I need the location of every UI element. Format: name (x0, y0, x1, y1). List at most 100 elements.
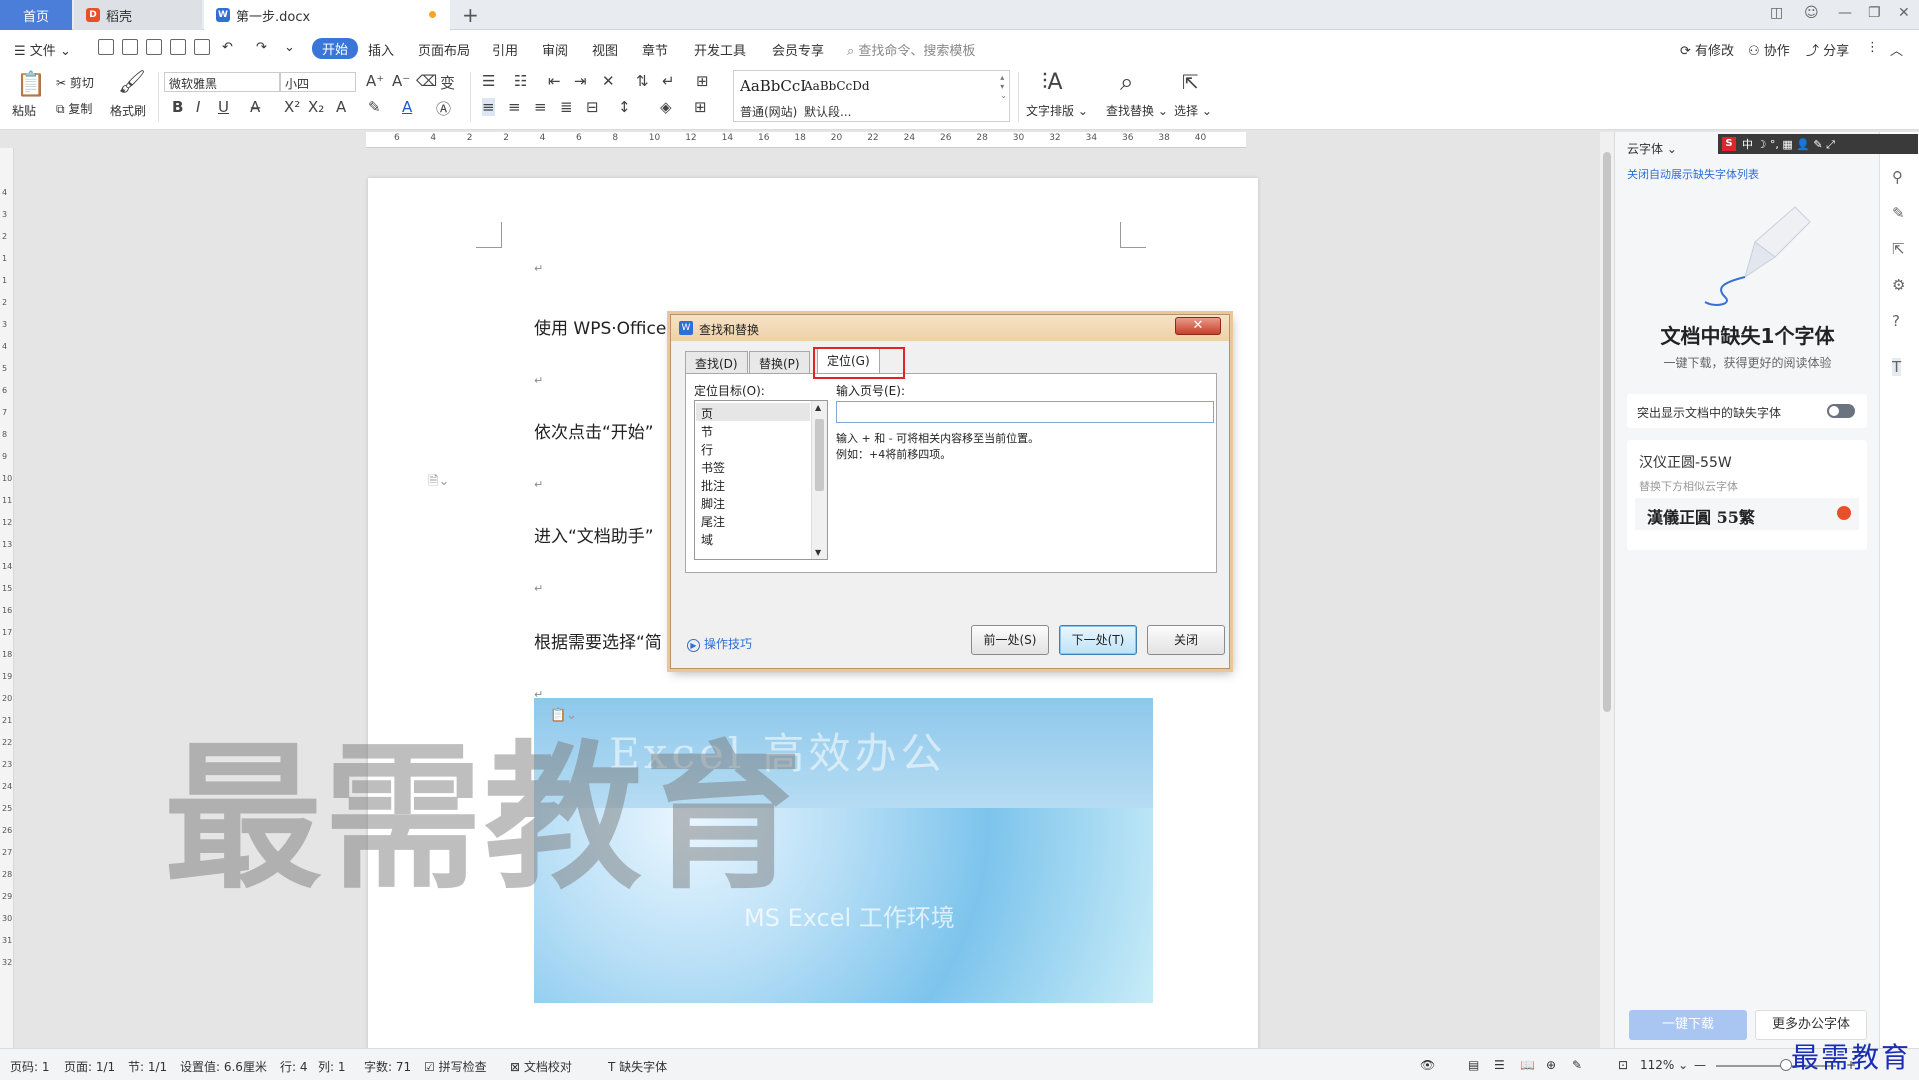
format-painter-button[interactable]: 格式刷 (110, 102, 146, 119)
align-right-icon[interactable]: ≡ (534, 98, 547, 116)
write-view-icon[interactable]: ✎ (1572, 1058, 1582, 1072)
numbered-list-icon[interactable]: ☷ (514, 72, 527, 90)
status-page-code[interactable]: 页码: 1 (10, 1058, 50, 1075)
zoom-level[interactable]: 112% ⌄ (1640, 1058, 1688, 1072)
shading-icon[interactable]: ◈ (660, 98, 672, 116)
save-icon[interactable] (122, 39, 138, 55)
tab-find[interactable]: 查找(D) (685, 351, 748, 373)
download-all-button[interactable]: 一键下载 (1629, 1010, 1747, 1040)
goto-target-comment[interactable]: 批注 (701, 477, 725, 494)
superscript-icon[interactable]: X² (284, 98, 300, 116)
web-view-icon[interactable]: ⊕ (1546, 1058, 1556, 1072)
tips-link[interactable]: ▶ 操作技巧 (687, 635, 752, 652)
horizontal-ruler[interactable]: 6 4 2 2 4 6 8 10 12 14 16 18 20 22 24 26 28 30 32 34 36 38 40 (366, 132, 1246, 148)
paragraph-mark-icon[interactable]: ↵ (662, 72, 675, 90)
bullet-list-icon[interactable]: ☰ (482, 72, 495, 90)
tab-replace[interactable]: 替换(P) (749, 351, 810, 373)
layout-icon[interactable]: ◫ (1770, 5, 1783, 21)
goto-target-list[interactable]: 页 节 行 书签 批注 脚注 尾注 域 ▲ ▼ (694, 400, 828, 560)
outline-view-icon[interactable]: ☰ (1494, 1058, 1505, 1072)
select-cursor-icon[interactable]: ⇱ (1182, 70, 1199, 94)
close-auto-show-link[interactable]: 关闭自动展示缺失字体列表 (1627, 166, 1759, 182)
format-painter-icon[interactable]: 🖌 (118, 70, 146, 95)
fit-page-icon[interactable]: ⊡ (1618, 1058, 1628, 1072)
find-replace-icon[interactable]: ⌕ (1120, 68, 1133, 96)
close-window-icon[interactable]: ✕ (1898, 5, 1910, 21)
scroll-down-icon[interactable]: ▼ (815, 548, 821, 557)
minimize-icon[interactable]: — (1838, 5, 1852, 21)
goto-target-field[interactable]: 域 (701, 531, 713, 548)
edit-icon[interactable]: ✎ (1892, 204, 1905, 222)
font-name-select[interactable]: 微软雅黑 (164, 72, 280, 92)
status-section[interactable]: 节: 1/1 (128, 1058, 167, 1075)
status-page[interactable]: 页面: 1/1 (64, 1058, 115, 1075)
ime-toolbar[interactable]: S 中 ☽ °, ▦ 👤 ✎ ⤢ (1718, 134, 1918, 154)
grow-font-icon[interactable]: A⁺ (366, 72, 384, 90)
subscript-icon[interactable]: X₂ (308, 98, 324, 116)
paste-icon[interactable]: 📋 (16, 70, 46, 98)
restore-icon[interactable]: ❐ (1868, 5, 1881, 21)
doc-proof-button[interactable]: ⊠ 文档校对 (510, 1058, 572, 1075)
find-replace-button[interactable]: 查找替换 ⌄ (1106, 102, 1168, 119)
pinyin-icon[interactable]: 变 (440, 72, 455, 93)
scroll-up-icon[interactable]: ▲ (815, 403, 821, 412)
goto-target-bookmark[interactable]: 书签 (701, 459, 725, 476)
menu-view[interactable]: 视图 (592, 40, 618, 59)
new-doc-icon[interactable] (98, 39, 114, 55)
tab-document[interactable]: W 第一步.docx (204, 0, 450, 30)
distributed-icon[interactable]: ⊟ (586, 98, 599, 116)
style-normal[interactable]: 普通(网站) (740, 103, 797, 120)
output-pdf-icon[interactable] (146, 39, 162, 55)
scroll-thumb[interactable] (1603, 152, 1611, 712)
shrink-font-icon[interactable]: A⁻ (392, 72, 410, 90)
vertical-ruler[interactable]: 4 3 2 1 1 2 3 4 5 6 7 8 9 10 11 12 13 14 15 16 17 18 19 20 21 22 2… (0, 148, 14, 1048)
paragraph-2[interactable]: 依次点击“开始” (534, 418, 654, 443)
suggested-font[interactable]: 漢儀正圓 55繁 (1635, 498, 1859, 530)
justify-icon[interactable]: ≣ (560, 98, 573, 116)
clear-format-icon[interactable]: ⌫ (416, 72, 437, 90)
list-scrollbar[interactable]: ▲ ▼ (811, 401, 827, 559)
text-layout-button[interactable]: 文字排版 ⌄ (1026, 102, 1088, 119)
quick-access-more-icon[interactable]: ⌄ (284, 40, 295, 55)
sliders-icon[interactable]: ⚙ (1892, 276, 1905, 294)
spell-check-button[interactable]: ☑ 拼写检查 (424, 1058, 487, 1075)
line-spacing-icon[interactable]: ↕ (618, 98, 631, 116)
borders-icon[interactable]: ⊞ (694, 98, 707, 116)
tab-home[interactable]: 首页 (0, 0, 72, 30)
goto-target-footnote[interactable]: 脚注 (701, 495, 725, 512)
align-left-icon[interactable]: ≡ (482, 98, 495, 116)
gallery-scroll-icon[interactable]: ▴ ▾ ⌄ (1000, 73, 1007, 100)
help-icon[interactable]: ? (1892, 312, 1900, 330)
read-view-icon[interactable]: 📖 (1520, 1058, 1535, 1072)
dialog-close-button[interactable]: ✕ (1175, 317, 1221, 335)
status-words[interactable]: 字数: 71 (364, 1058, 411, 1075)
avatar[interactable]: ☺ (1804, 5, 1819, 21)
document-scrollbar[interactable] (1600, 132, 1614, 1048)
menu-start[interactable]: 开始 (312, 38, 359, 59)
text-font-icon[interactable]: T (1892, 358, 1902, 376)
menu-dev-tools[interactable]: 开发工具 (694, 40, 746, 59)
dialog-titlebar[interactable]: W 查找和替换 ✕ (671, 315, 1229, 341)
font-color-icon[interactable]: A (402, 98, 412, 116)
cursor-icon[interactable]: ⇱ (1892, 240, 1905, 258)
page-view-icon[interactable]: ▤ (1468, 1058, 1479, 1072)
zoom-out-icon[interactable]: — (1694, 1058, 1706, 1072)
undo-icon[interactable]: ↶ (222, 40, 233, 55)
print-preview-icon[interactable] (194, 39, 210, 55)
missing-font-button[interactable]: T 缺失字体 (608, 1058, 667, 1075)
menu-file[interactable]: ☰ 文件 ⌄ (14, 40, 71, 59)
collapse-ribbon-icon[interactable]: ︿ (1890, 40, 1903, 59)
scroll-thumb[interactable] (815, 419, 824, 491)
decrease-indent-icon[interactable]: ⇤ (548, 72, 561, 90)
cloud-font-header[interactable]: 云字体 ⌄ (1627, 140, 1677, 157)
cut-button[interactable]: ✂ 剪切 (56, 74, 94, 91)
tab-daoke[interactable]: D 稻壳 (74, 0, 202, 30)
menu-chapter[interactable]: 章节 (642, 40, 668, 59)
align-center-icon[interactable]: ≡ (508, 98, 521, 116)
doc-assist-icon[interactable]: 🗎⌄ (428, 472, 449, 494)
highlight-missing-toggle[interactable] (1827, 404, 1855, 418)
select-button[interactable]: 选择 ⌄ (1174, 102, 1212, 119)
has-changes-button[interactable]: ⟳ 有修改 (1680, 40, 1734, 59)
italic-icon[interactable]: I (196, 98, 200, 116)
paragraph-4[interactable]: 根据需要选择“简 (534, 628, 662, 653)
